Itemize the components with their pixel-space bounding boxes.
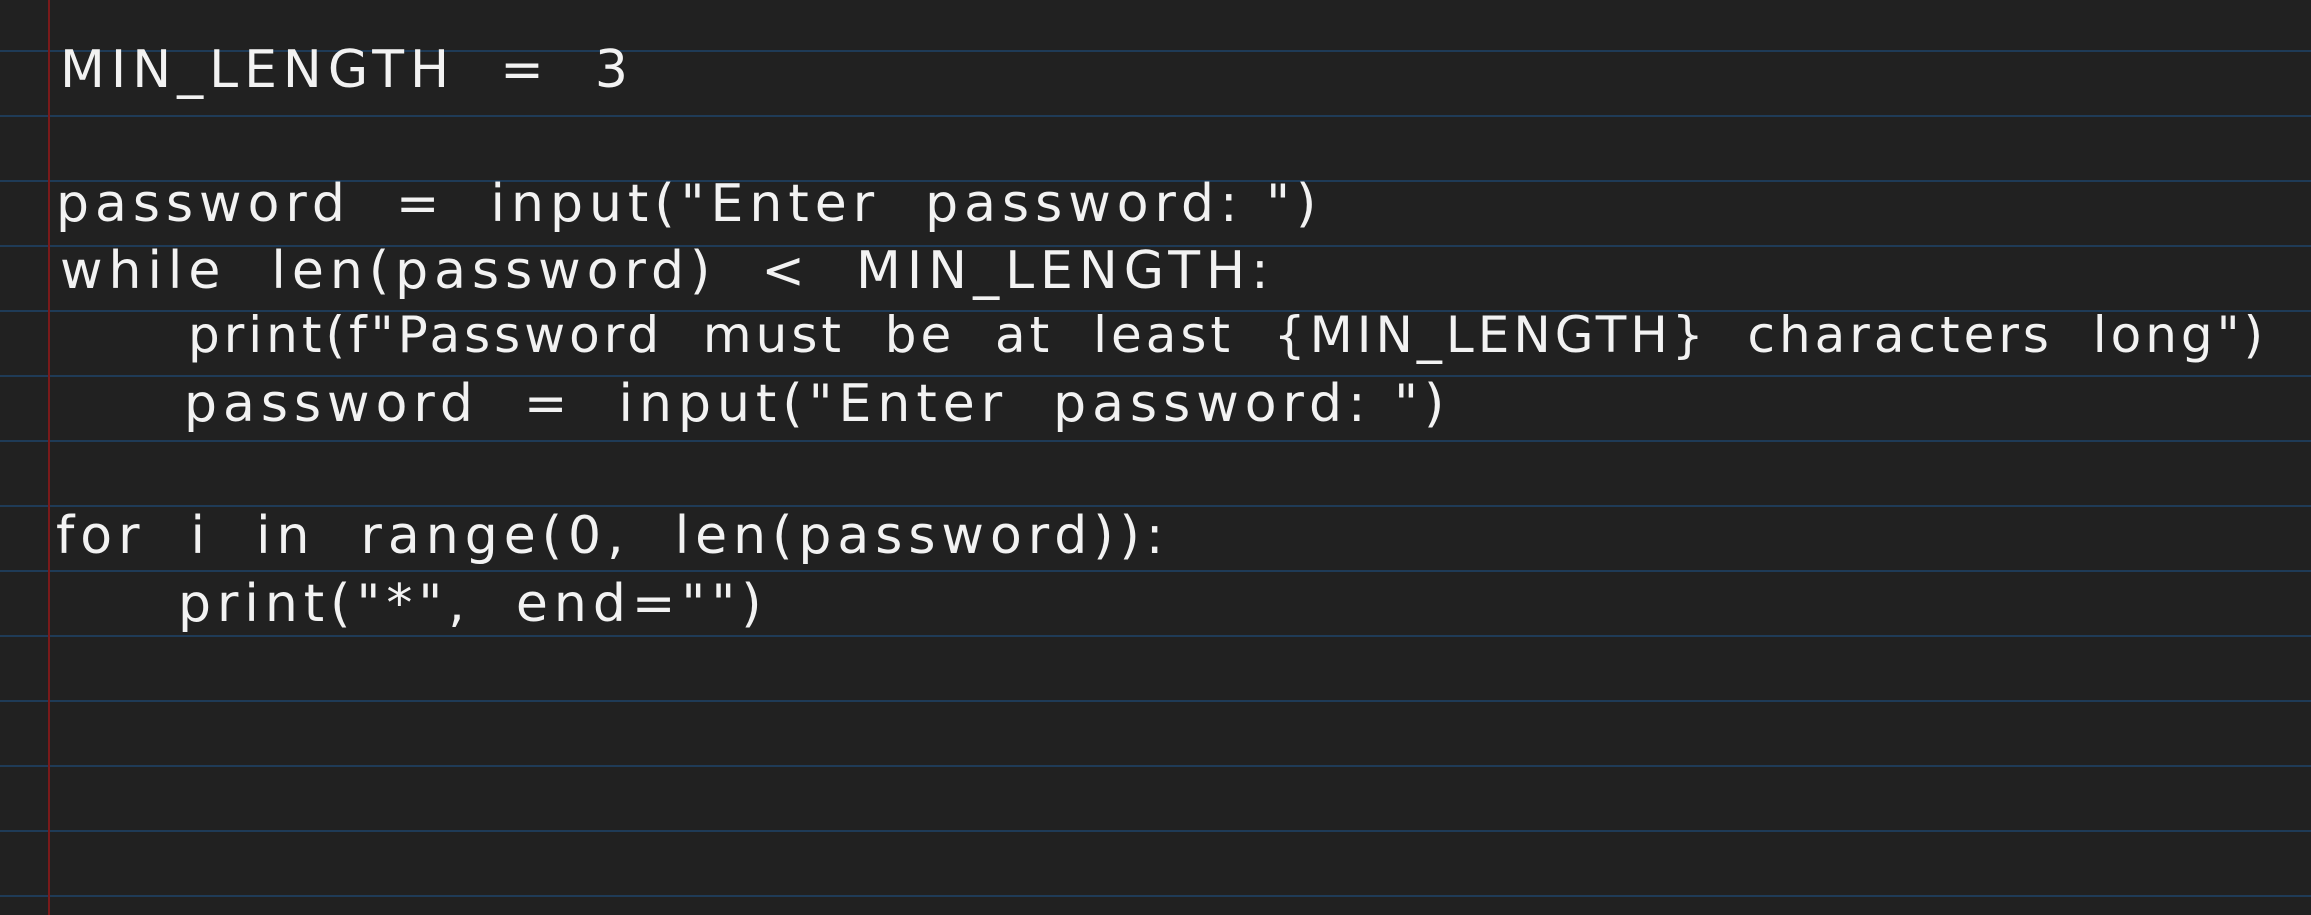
notebook-page: MIN_LENGTH = 3 password = input("Enter p…	[0, 0, 2311, 915]
code-line-3: while len(password) < MIN_LENGTH:	[60, 241, 1275, 301]
code-line-1: MIN_LENGTH = 3	[60, 40, 634, 100]
code-line-6: for i in range(0, len(password)):	[56, 506, 1170, 566]
code-line-2: password = input("Enter password: ")	[56, 174, 1323, 234]
margin-line	[48, 0, 50, 915]
code-line-5: password = input("Enter password: ")	[184, 374, 1451, 434]
code-line-4: print(f"Password must be at least {MIN_L…	[188, 306, 2268, 364]
code-line-7: print("*", end="")	[178, 574, 768, 634]
